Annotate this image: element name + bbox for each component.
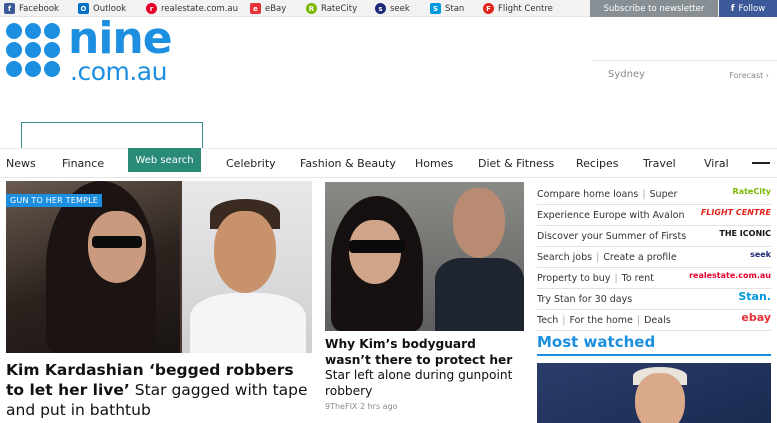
bookmark-label: Stan xyxy=(445,3,465,14)
ratecity-logo[interactable]: RateCity xyxy=(733,187,771,196)
rail-link[interactable]: Search jobs xyxy=(537,252,592,263)
nav-item-recipes[interactable]: Recipes xyxy=(576,157,619,170)
rail-row: Compare home loans | Super RateCity xyxy=(537,184,771,205)
separator: | xyxy=(596,251,600,263)
nav-item-celebrity[interactable]: Celebrity xyxy=(226,157,276,170)
main-nav: News Finance Web search Celebrity Fashio… xyxy=(0,148,777,178)
flight-centre-icon: F xyxy=(483,3,494,14)
separator: | xyxy=(642,188,646,200)
logo-dots-icon xyxy=(6,23,64,79)
rail-row: Experience Europe with Avalon FLIGHT CENT… xyxy=(537,205,771,226)
follow-label: Follow xyxy=(738,3,766,14)
nav-item-travel[interactable]: Travel xyxy=(643,157,676,170)
stan-icon: S xyxy=(430,3,441,14)
rail-link[interactable]: Create a profile xyxy=(603,252,676,263)
search-input[interactable] xyxy=(21,122,203,149)
weather-city[interactable]: Sydney xyxy=(608,69,645,80)
facebook-icon: f xyxy=(730,3,735,14)
separator: | xyxy=(562,314,566,326)
separator: | xyxy=(636,314,641,326)
rail-row: Tech | For the home | Deals ebay xyxy=(537,310,771,331)
bookmark-flight-centre[interactable]: F Flight Centre xyxy=(483,2,553,15)
bookmark-label: seek xyxy=(390,3,410,14)
flight-centre-logo[interactable]: FLIGHT CENTRE xyxy=(701,208,771,217)
the-iconic-logo[interactable]: THE ICONIC xyxy=(719,229,771,238)
ebay-icon: e xyxy=(250,3,261,14)
facebook-icon: f xyxy=(4,3,15,14)
rail-link[interactable]: Compare home loans xyxy=(537,189,638,200)
ratecity-icon: R xyxy=(306,3,317,14)
bookmark-seek[interactable]: s seek xyxy=(375,2,410,15)
rail-row: Try Stan for 30 days Stan. xyxy=(537,289,771,310)
realestate-logo[interactable]: realestate.com.au xyxy=(689,271,771,280)
subscribe-newsletter-button[interactable]: Subscribe to newsletter xyxy=(590,0,718,17)
rail-link[interactable]: Tech xyxy=(537,315,558,326)
story-tag: GUN TO HER TEMPLE xyxy=(6,194,103,207)
image-figure xyxy=(635,373,685,423)
bookmark-stan[interactable]: S Stan xyxy=(430,2,464,15)
nav-item-finance[interactable]: Finance xyxy=(62,157,104,170)
headline-rest: Star left alone during gunpoint robbery xyxy=(325,368,513,398)
logo-domain: .com.au xyxy=(70,57,167,86)
rail-link[interactable]: Try Stan for 30 days xyxy=(537,294,632,305)
headline-bold: Why Kim’s bodyguard wasn’t there to prot… xyxy=(325,337,513,367)
nav-item-homes[interactable]: Homes xyxy=(415,157,453,170)
nav-item-viral[interactable]: Viral xyxy=(704,157,729,170)
image-figure xyxy=(435,258,524,331)
bookmark-label: Facebook xyxy=(19,3,59,14)
rail-row: Discover your Summer of Firsts THE ICONIC xyxy=(537,226,771,247)
bookmark-label: Flight Centre xyxy=(498,3,553,14)
bookmark-label: eBay xyxy=(265,3,287,14)
image-figure xyxy=(214,211,276,293)
bookmark-ebay[interactable]: e eBay xyxy=(250,2,286,15)
rail-link[interactable]: Discover your Summer of Firsts xyxy=(537,231,686,242)
rail-link[interactable]: To rent xyxy=(622,273,654,284)
lead-story-headline[interactable]: Kim Kardashian ‘begged robbers to let he… xyxy=(6,360,312,420)
most-watched-video-thumbnail[interactable] xyxy=(537,363,771,423)
story2-headline[interactable]: Why Kim’s bodyguard wasn’t there to prot… xyxy=(325,337,525,399)
separator: | xyxy=(614,272,618,284)
facebook-follow-button[interactable]: f Follow xyxy=(719,0,777,17)
rail-link[interactable]: Deals xyxy=(644,315,671,326)
image-figure xyxy=(92,236,142,248)
nav-item-news[interactable]: News xyxy=(6,157,36,170)
partner-links: Compare home loans | Super RateCity Experie… xyxy=(537,184,771,331)
rail-link[interactable]: Property to buy xyxy=(537,273,610,284)
ebay-logo[interactable]: ebay xyxy=(741,311,771,324)
weather-widget: Sydney Forecast › xyxy=(592,60,777,90)
rail-link[interactable]: For the home xyxy=(569,315,632,326)
image-figure xyxy=(453,188,505,258)
rail-link[interactable]: Experience Europe with Avalon xyxy=(537,210,684,221)
bookmark-facebook[interactable]: f Facebook xyxy=(4,2,59,15)
bookmark-label: RateCity xyxy=(321,3,358,14)
bookmark-label: Outlook xyxy=(93,3,127,14)
menu-icon[interactable] xyxy=(752,162,770,164)
nav-item-web-search[interactable]: Web search xyxy=(128,148,201,172)
rail-row: Property to buy | To rent realestate.com.au xyxy=(537,268,771,289)
bookmark-ratecity[interactable]: R RateCity xyxy=(306,2,357,15)
site-logo[interactable]: nine .com.au xyxy=(4,13,204,87)
seek-icon: s xyxy=(375,3,386,14)
story2-meta: 9TheFIX 2 hrs ago xyxy=(325,402,398,411)
rail-row: Search jobs | Create a profile seek xyxy=(537,247,771,268)
bookmark-label: realestate.com.au xyxy=(161,3,239,14)
stan-logo[interactable]: Stan. xyxy=(738,290,771,303)
image-figure xyxy=(349,240,405,253)
nav-item-diet-fitness[interactable]: Diet & Fitness xyxy=(478,157,554,170)
forecast-link[interactable]: Forecast › xyxy=(729,71,769,80)
image-figure xyxy=(190,293,306,353)
nav-item-fashion-beauty[interactable]: Fashion & Beauty xyxy=(300,157,396,170)
rail-link[interactable]: Super xyxy=(650,189,678,200)
seek-logo[interactable]: seek xyxy=(750,250,771,259)
story2-image[interactable] xyxy=(325,182,524,331)
most-watched-heading: Most watched xyxy=(537,333,771,356)
